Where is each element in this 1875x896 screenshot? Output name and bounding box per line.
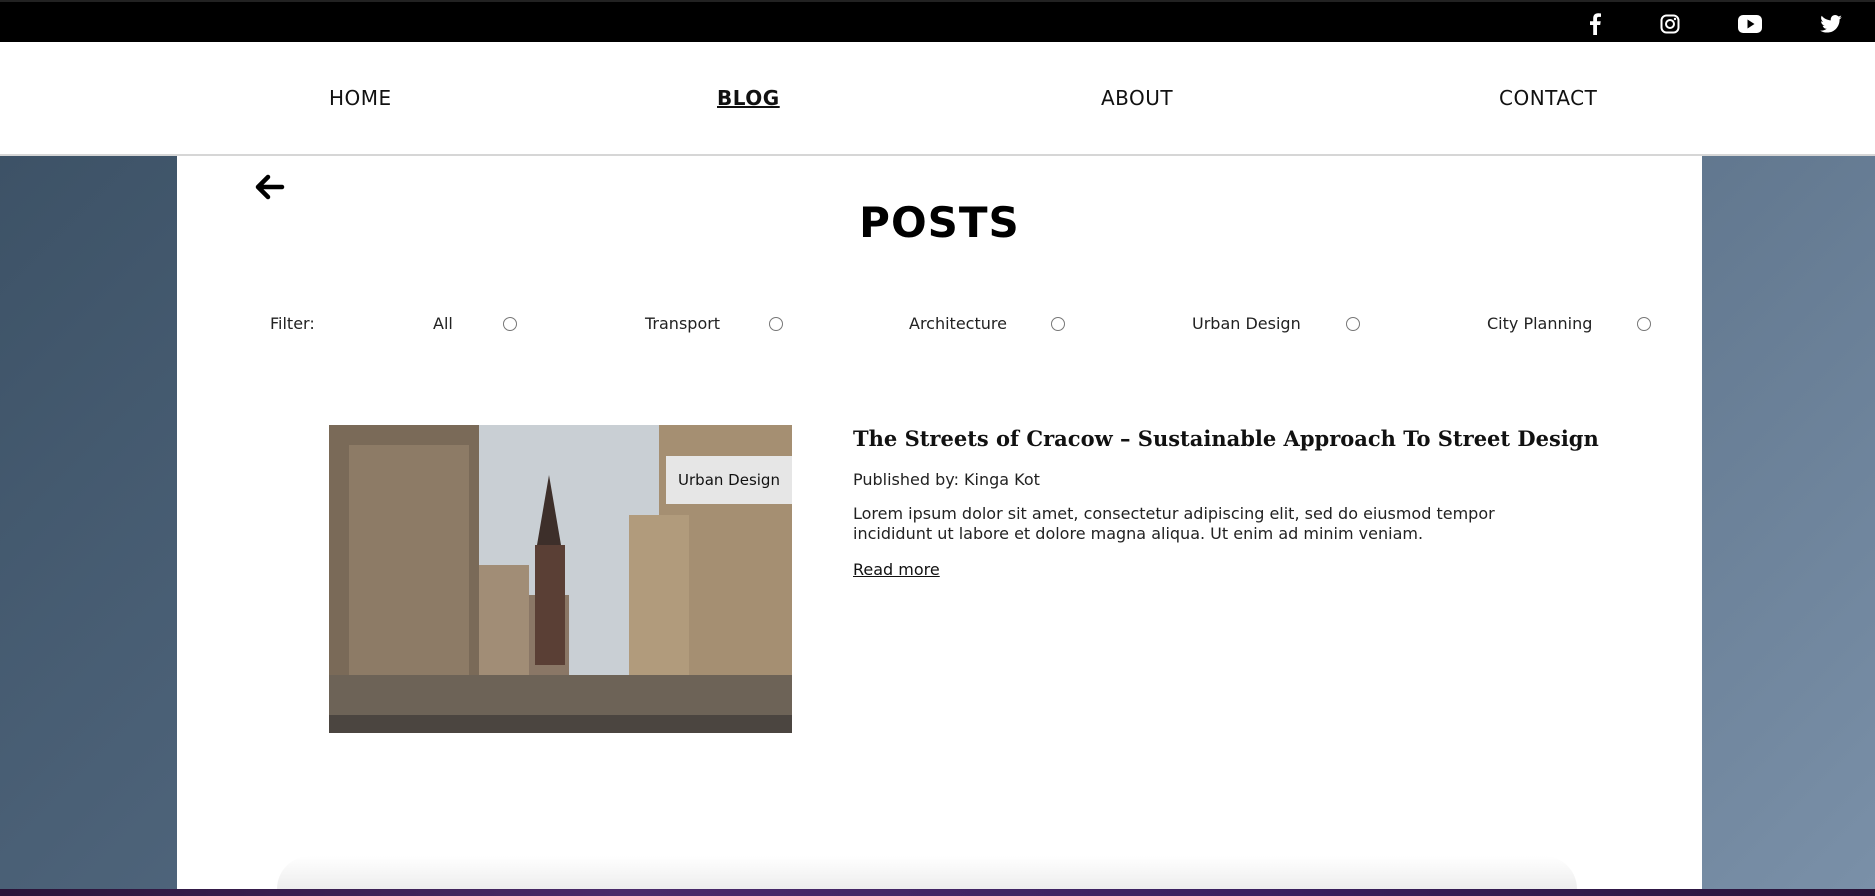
filter-option-city-planning-label: City Planning	[1487, 314, 1593, 333]
os-dock-strip	[0, 889, 1875, 896]
filter-radio-transport[interactable]	[769, 317, 783, 331]
filter-option-urban-design-label: Urban Design	[1192, 314, 1301, 333]
filter-option-architecture-label: Architecture	[909, 314, 1007, 333]
filter-option-all-label: All	[433, 314, 453, 333]
filter-radio-city-planning[interactable]	[1637, 317, 1651, 331]
filter-option-transport-label: Transport	[645, 314, 721, 333]
nav-contact[interactable]: CONTACT	[1499, 86, 1597, 110]
nav-about[interactable]: ABOUT	[1101, 86, 1173, 110]
main-nav: HOME BLOG ABOUT CONTACT	[0, 42, 1875, 156]
twitter-icon[interactable]	[1817, 12, 1845, 36]
read-more-link[interactable]: Read more	[853, 560, 940, 579]
nav-blog[interactable]: BLOG	[717, 86, 780, 110]
filter-label: Filter:	[270, 314, 315, 333]
filter-radio-urban-design[interactable]	[1346, 317, 1360, 331]
post-author: Published by: Kinga Kot	[853, 470, 1040, 489]
posts-panel: POSTS Filter: All Transport Architecture…	[177, 156, 1702, 889]
youtube-icon[interactable]	[1736, 12, 1764, 36]
post-excerpt: Lorem ipsum dolor sit amet, consectetur …	[853, 504, 1495, 543]
filter-radio-all[interactable]	[503, 317, 517, 331]
post-category-tag: Urban Design	[666, 456, 792, 504]
post-title[interactable]: The Streets of Cracow – Sustainable Appr…	[853, 426, 1599, 451]
page-title: POSTS	[859, 198, 1020, 247]
nav-home[interactable]: HOME	[329, 86, 392, 110]
footer-shadow	[277, 856, 1577, 889]
facebook-icon[interactable]	[1581, 12, 1609, 36]
top-social-bar	[0, 0, 1875, 42]
filter-radio-architecture[interactable]	[1051, 317, 1065, 331]
instagram-icon[interactable]	[1656, 12, 1684, 36]
